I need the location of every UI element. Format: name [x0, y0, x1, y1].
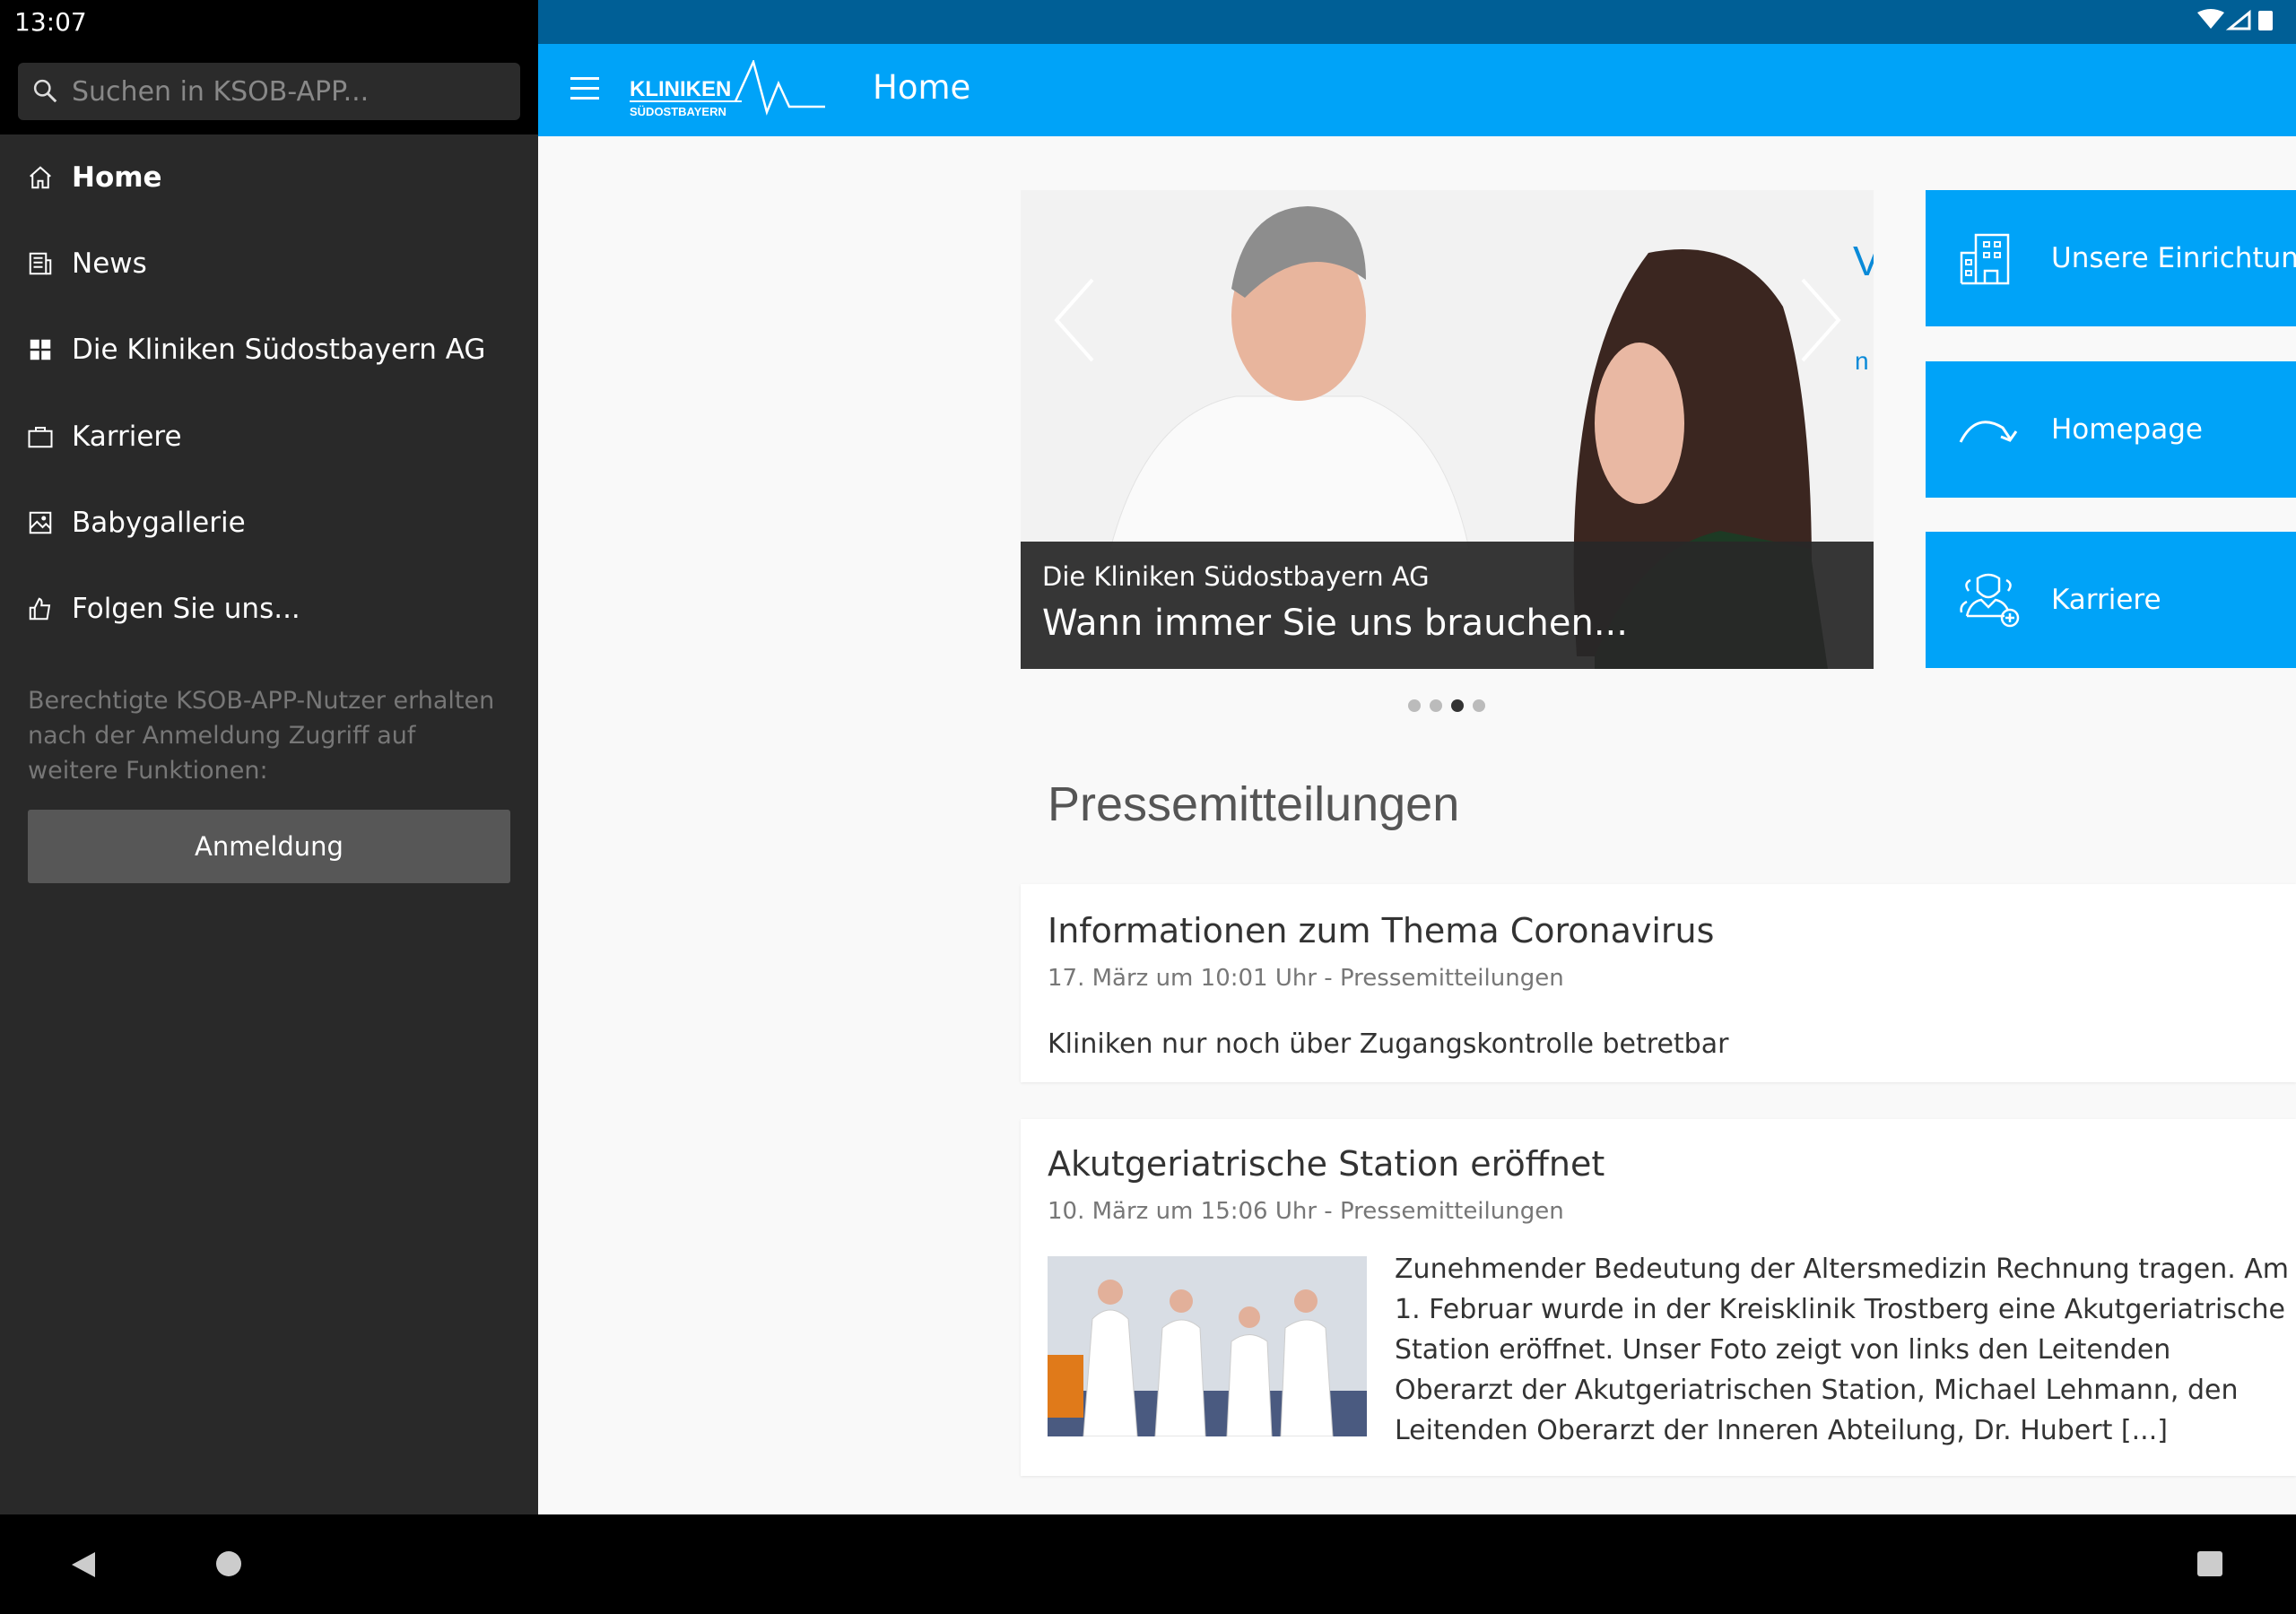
press-item-meta: 10. März um 15:06 Uhr - Pressemitteilung… — [1048, 1198, 1564, 1225]
nav-item-folgen[interactable]: Folgen Sie uns... — [0, 568, 538, 649]
status-time: 13:07 — [14, 7, 87, 37]
navigation-drawer: Home News Die Kliniken Südostbayern AG K… — [0, 134, 538, 1514]
carousel-side-text: V — [1853, 238, 1874, 284]
carousel-dot[interactable] — [1408, 699, 1421, 712]
search-box[interactable] — [18, 63, 520, 120]
hamburger-menu-icon[interactable] — [570, 77, 599, 100]
nav-item-kliniken[interactable]: Die Kliniken Südostbayern AG — [0, 309, 538, 390]
page-title: Home — [873, 68, 971, 107]
search-input[interactable] — [72, 75, 502, 108]
carousel-next-icon[interactable] — [1801, 278, 1841, 362]
wifi-signal-battery-icon — [2197, 9, 2273, 30]
login-info-text: Berechtigte KSOB-APP-Nutzer erhalten nac… — [28, 687, 495, 785]
status-bar — [538, 0, 2296, 44]
home-nav-icon[interactable] — [215, 1550, 242, 1577]
image-icon — [29, 511, 52, 534]
home-icon — [30, 166, 51, 189]
press-item-meta: 17. März um 10:01 Uhr - Pressemitteilung… — [1048, 965, 1564, 992]
briefcase-icon — [28, 427, 53, 448]
tile-unsere-einrichtungen[interactable]: Unsere Einrichtungen — [1926, 190, 2296, 326]
drawer-header: 13:07 — [0, 0, 538, 134]
doctor-team-icon — [1960, 573, 2020, 628]
section-heading: Pressemitteilungen — [1048, 777, 1460, 831]
kliniken-logo[interactable]: KLINIKEN SÜDOSTBAYERN — [630, 58, 827, 123]
carousel-dot-active[interactable] — [1451, 699, 1464, 712]
caption-title: Wann immer Sie uns brauchen... — [1042, 603, 1628, 644]
tile-karriere[interactable]: Karriere — [1926, 532, 2296, 668]
thumbs-up-icon — [29, 597, 51, 620]
nav-item-karriere[interactable]: Karriere — [0, 396, 538, 477]
press-item-title[interactable]: Akutgeriatrische Station eröffnet — [1048, 1144, 1605, 1184]
press-item[interactable]: Informationen zum Thema Coronavirus 17. … — [1021, 884, 2296, 1082]
app-bar: KLINIKEN SÜDOSTBAYERN Home — [538, 44, 2296, 136]
nav-item-home[interactable]: Home — [0, 137, 538, 218]
press-item-photo — [1048, 1256, 1367, 1436]
svg-text:SÜDOSTBAYERN: SÜDOSTBAYERN — [630, 105, 726, 118]
svg-text:n: n — [1855, 347, 1869, 375]
tile-homepage[interactable]: Homepage — [1926, 361, 2296, 498]
nav-item-news[interactable]: News — [0, 223, 538, 304]
press-item[interactable]: Akutgeriatrische Station eröffnet 10. Mä… — [1021, 1119, 2296, 1476]
recents-icon[interactable] — [2197, 1551, 2222, 1576]
nav-item-babygallerie[interactable]: Babygallerie — [0, 482, 538, 563]
login-button[interactable]: Anmeldung — [28, 810, 510, 883]
carousel-caption: Die Kliniken Südostbayern AG Wann immer … — [1021, 542, 1874, 669]
carousel-prev-icon[interactable] — [1054, 278, 1094, 362]
caption-subtitle: Die Kliniken Südostbayern AG — [1042, 561, 1430, 592]
press-item-body: Kliniken nur noch über Zugangskontrolle … — [1048, 1028, 1729, 1060]
building-icon — [1960, 233, 2010, 285]
carousel-dot[interactable] — [1430, 699, 1442, 712]
press-item-body: Zunehmender Bedeutung der Altersmedizin … — [1395, 1254, 2290, 1446]
system-nav-bar — [0, 1514, 2296, 1614]
back-icon[interactable] — [70, 1550, 97, 1579]
image-carousel[interactable]: V n Die Kliniken Südostbayern AG Wann im… — [1021, 190, 1874, 669]
carousel-dot[interactable] — [1473, 699, 1485, 712]
search-icon — [33, 79, 57, 103]
redirect-arrow-icon — [1959, 421, 2018, 443]
grid-icon — [30, 339, 51, 360]
news-icon — [29, 252, 52, 275]
press-item-title[interactable]: Informationen zum Thema Coronavirus — [1048, 911, 1714, 950]
svg-text:KLINIKEN: KLINIKEN — [630, 77, 731, 101]
